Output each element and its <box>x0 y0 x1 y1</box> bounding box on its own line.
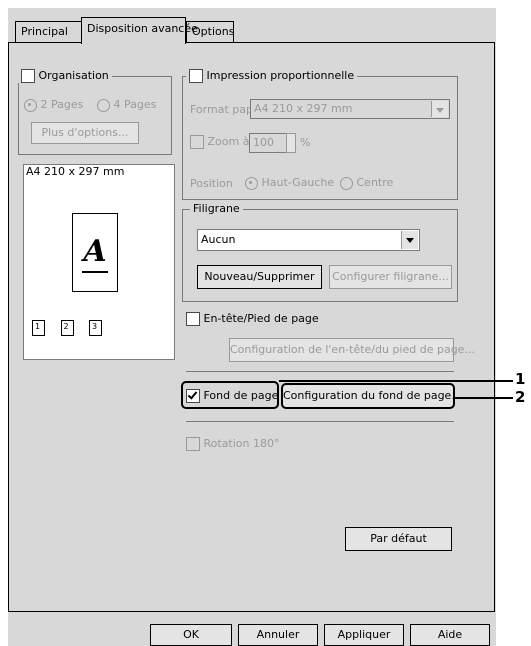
zoom-checkbox[interactable] <box>190 135 204 149</box>
help-button[interactable]: Aide <box>410 624 490 646</box>
radio-4-pages-row[interactable]: 4 Pages <box>97 98 156 112</box>
radio-2-pages[interactable] <box>24 98 37 112</box>
separator-1 <box>186 371 454 372</box>
header-footer-checkbox[interactable] <box>186 312 200 326</box>
position-label: Position <box>190 177 233 190</box>
radio-2-pages-row[interactable]: 2 Pages <box>24 98 83 112</box>
background-config-button[interactable]: Configuration du fond de page... <box>281 383 462 409</box>
zoom-label: Zoom à <box>207 135 250 148</box>
chevron-down-icon <box>401 231 418 249</box>
rotation-row[interactable]: Rotation 180° <box>186 437 280 451</box>
radio-4-pages-label: 4 Pages <box>113 98 157 111</box>
zoom-row[interactable]: Zoom à <box>190 135 249 149</box>
organisation-checkbox-row[interactable]: Organisation <box>18 69 112 83</box>
radio-4-pages[interactable] <box>97 98 110 112</box>
radio-2-pages-label: 2 Pages <box>40 98 84 111</box>
default-button[interactable]: Par défaut <box>345 527 452 551</box>
preview-paper-label: A4 210 x 297 mm <box>26 165 125 178</box>
watermark-value: Aucun <box>201 233 236 246</box>
ok-button[interactable]: OK <box>150 624 232 646</box>
cancel-button[interactable]: Annuler <box>238 624 318 646</box>
background-label: Fond de page <box>203 389 279 402</box>
position-center-label: Centre <box>356 176 394 189</box>
header-footer-row[interactable]: En-tête/Pied de page <box>186 312 319 326</box>
proportional-checkbox-row[interactable]: Impression proportionnelle <box>186 69 358 83</box>
callout-2: 2 <box>515 388 526 406</box>
chevron-down-icon <box>431 101 448 117</box>
position-center-row[interactable]: Centre <box>340 176 393 190</box>
position-center-radio[interactable] <box>340 176 353 190</box>
configure-watermark-button[interactable]: Configurer filigrane... <box>329 265 452 289</box>
proportional-label: Impression proportionnelle <box>206 69 355 82</box>
watermark-select[interactable]: Aucun <box>197 229 420 251</box>
background-checkbox[interactable] <box>186 389 200 403</box>
callout-1: 1 <box>515 370 526 388</box>
more-options-button[interactable]: Plus d'options... <box>31 122 139 144</box>
new-delete-watermark-button[interactable]: Nouveau/Supprimer <box>197 265 322 289</box>
position-top-left-label: Haut-Gauche <box>261 176 335 189</box>
header-footer-label: En-tête/Pied de page <box>203 312 319 325</box>
page-order-icon-2: 2 <box>60 320 74 336</box>
organisation-checkbox[interactable] <box>21 69 35 83</box>
position-top-left-row[interactable]: Haut-Gauche <box>245 176 334 190</box>
zoom-spinner[interactable] <box>286 133 296 153</box>
zoom-unit: % <box>300 136 311 149</box>
tab-disposition-avancee[interactable]: Disposition avancée <box>81 17 198 44</box>
header-footer-config-button[interactable]: Configuration de l'en-tête/du pied de pa… <box>229 338 475 362</box>
tab-principal[interactable]: Principal <box>15 21 83 43</box>
separator-2 <box>186 421 454 422</box>
page-order-icons: 1 2 3 <box>32 320 132 339</box>
paper-format-select[interactable]: A4 210 x 297 mm <box>250 99 450 119</box>
background-row[interactable]: Fond de page <box>186 389 278 403</box>
preview-page-baseline <box>82 271 108 273</box>
apply-button[interactable]: Appliquer <box>324 624 404 646</box>
watermark-label: Filigrane <box>190 202 243 215</box>
rotation-checkbox[interactable] <box>186 437 200 451</box>
page-order-icon-1: 1 <box>32 320 45 336</box>
position-top-left-radio[interactable] <box>245 176 258 190</box>
rotation-label: Rotation 180° <box>203 437 280 450</box>
proportional-checkbox[interactable] <box>189 69 203 83</box>
organisation-label: Organisation <box>38 69 109 82</box>
zoom-input[interactable]: 100 <box>249 133 287 153</box>
callout-line-1 <box>279 380 513 382</box>
paper-format-value: A4 210 x 297 mm <box>254 102 353 115</box>
preview-page-letter: A <box>83 234 107 269</box>
page-order-icon-3: 3 <box>89 320 102 336</box>
callout-line-2 <box>455 397 513 399</box>
